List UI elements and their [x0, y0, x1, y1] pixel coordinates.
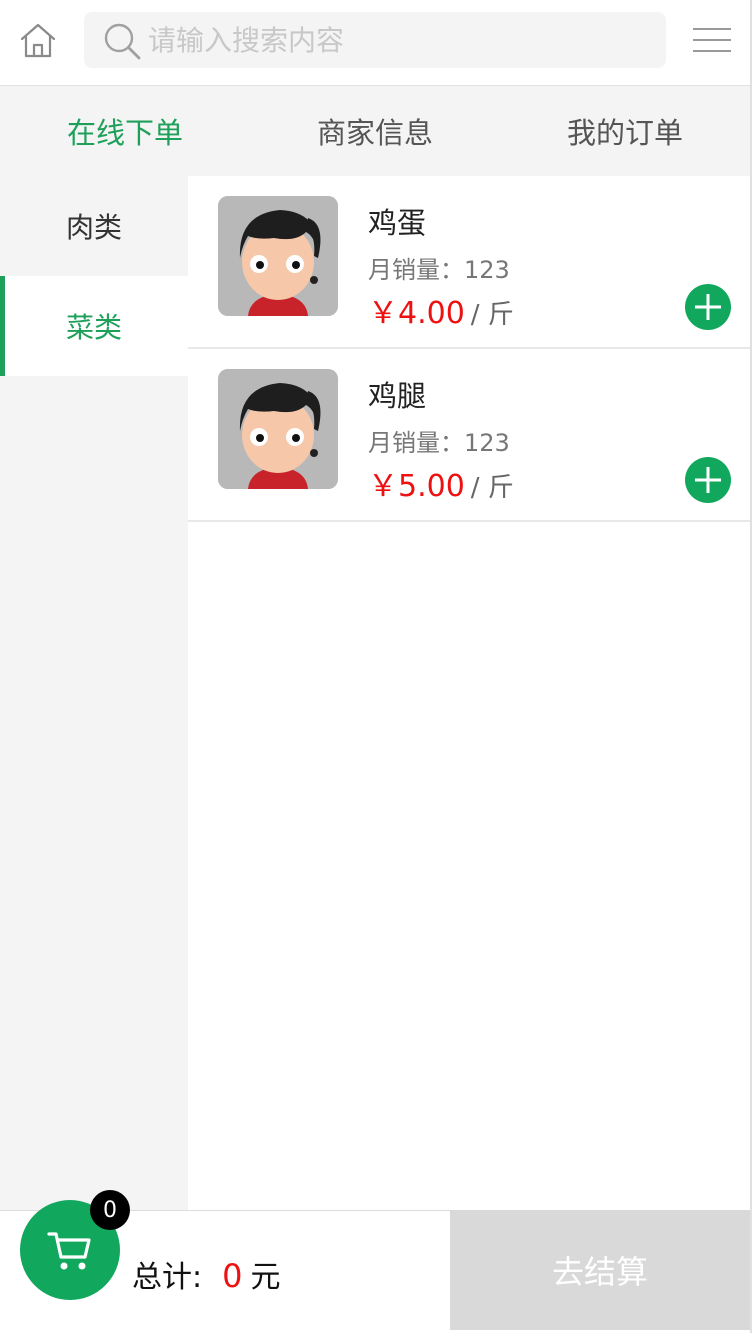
product-sales: 月销量：123 — [368, 256, 510, 284]
category-sidebar: 肉类 菜类 — [0, 176, 188, 1210]
checkout-button[interactable]: 去结算 — [450, 1210, 750, 1330]
plus-icon — [695, 467, 721, 493]
shopping-cart-icon — [47, 1232, 91, 1270]
product-unit: / 斤 — [470, 473, 514, 503]
product-price: ￥4.00 — [368, 296, 465, 331]
plus-icon — [695, 294, 721, 320]
product-unit: / 斤 — [470, 300, 514, 330]
product-item: 鸡蛋 月销量：123 ￥4.00/ 斤 — [188, 176, 750, 349]
total-label: 总计: — [132, 1260, 203, 1295]
menu-icon-line — [693, 39, 731, 41]
menu-icon-line — [693, 50, 731, 52]
product-price-row: ￥5.00/ 斤 — [368, 461, 514, 505]
product-image[interactable] — [218, 369, 338, 489]
product-sales: 月销量：123 — [368, 429, 510, 457]
search-box[interactable] — [84, 12, 666, 68]
tab-my-orders[interactable]: 我的订单 — [500, 86, 750, 176]
product-price: ￥5.00 — [368, 469, 465, 504]
product-name: 鸡腿 — [368, 379, 427, 413]
home-button[interactable] — [18, 20, 58, 60]
search-icon — [104, 23, 141, 60]
total-amount: 0 — [222, 1257, 243, 1295]
product-item: 鸡腿 月销量：123 ￥5.00/ 斤 — [188, 349, 750, 522]
cart-count-badge: 0 — [90, 1190, 130, 1230]
home-icon — [20, 23, 56, 58]
tab-online-order[interactable]: 在线下单 — [0, 86, 250, 176]
add-to-cart-button[interactable] — [685, 457, 731, 503]
tab-bar: 在线下单 商家信息 我的订单 — [0, 86, 750, 176]
search-input[interactable] — [148, 12, 648, 68]
avatar-icon — [218, 196, 338, 316]
cart-total: 总计: 0 元 — [132, 1252, 280, 1296]
product-price-row: ￥4.00/ 斤 — [368, 288, 514, 332]
menu-icon — [693, 28, 731, 30]
avatar-icon — [218, 369, 338, 489]
total-currency: 元 — [250, 1260, 281, 1295]
product-image[interactable] — [218, 196, 338, 316]
menu-button[interactable] — [693, 26, 731, 54]
product-list: 鸡蛋 月销量：123 ￥4.00/ 斤 鸡腿 月销量：123 ￥5.00 / 斤 — [188, 176, 750, 1210]
product-name: 鸡蛋 — [368, 206, 427, 240]
category-item-meat[interactable]: 肉类 — [0, 176, 188, 276]
add-to-cart-button[interactable] — [685, 284, 731, 330]
tab-merchant-info[interactable]: 商家信息 — [250, 86, 500, 176]
category-item-vegetables[interactable]: 菜类 — [0, 276, 188, 376]
header — [0, 0, 750, 86]
